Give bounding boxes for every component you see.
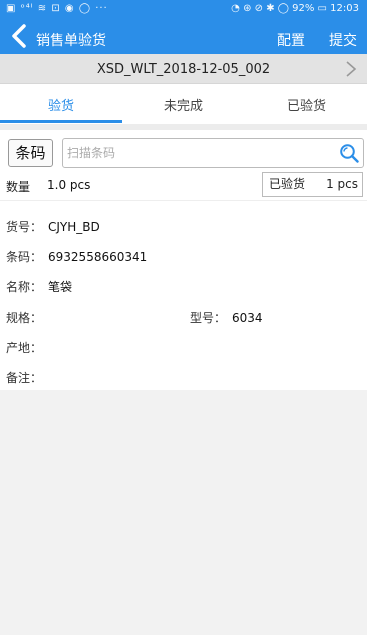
- model-value: 6034: [232, 311, 263, 325]
- active-tab-indicator: [0, 120, 122, 123]
- document-selector[interactable]: XSD_WLT_2018-12-05_002: [0, 54, 367, 84]
- tab-inspected[interactable]: 已验货: [287, 95, 326, 114]
- item-no-value: CJYH_BD: [48, 220, 100, 234]
- tab-inspect[interactable]: 验货: [48, 95, 74, 114]
- spec-label: 规格：: [6, 311, 43, 325]
- inspected-value: 1 pcs: [326, 177, 358, 191]
- barcode-value: 6932558660341: [48, 250, 148, 264]
- back-button[interactable]: [8, 23, 32, 49]
- status-icons-right: ◔ ⊛ ⊘ ✱ ◯ 92% ▭ 12:03: [231, 3, 359, 14]
- item-detail-panel: 货号： CJYH_BD 条码： 6932558660341 名称： 笔袋 规格： 型号…: [0, 200, 367, 390]
- name-label: 名称：: [6, 280, 43, 294]
- barcode-scan-input[interactable]: [62, 138, 364, 168]
- remark-row: 备注：: [6, 369, 48, 386]
- origin-row: 产地：: [6, 339, 48, 356]
- quantity-label: 数量: [6, 180, 31, 194]
- quantity-value: 1.0 pcs: [47, 178, 91, 192]
- status-bar: ▣ ᵒ⁴ᴵ ≋ ⊡ ◉ ◯ ··· ◔ ⊛ ⊘ ✱ ◯ 92% ▭ 12:03: [0, 0, 367, 20]
- name-row: 名称： 笔袋: [6, 278, 72, 295]
- submit-button[interactable]: 提交: [329, 30, 357, 50]
- document-number: XSD_WLT_2018-12-05_002: [96, 62, 271, 77]
- name-value: 笔袋: [48, 280, 73, 294]
- item-no-label: 货号：: [6, 220, 43, 234]
- model-label: 型号：: [190, 311, 227, 325]
- tab-bar: 验货 未完成 已验货: [0, 84, 367, 124]
- scan-panel: 条码 数量 1.0 pcs 已验货 1 pcs: [0, 124, 367, 200]
- barcode-label: 条码：: [6, 250, 43, 264]
- app-bar: ▣ ᵒ⁴ᴵ ≋ ⊡ ◉ ◯ ··· ◔ ⊛ ⊘ ✱ ◯ 92% ▭ 12:03 …: [0, 0, 367, 54]
- back-arrow-icon: [12, 24, 26, 48]
- inspected-label: 已验货: [269, 177, 306, 191]
- status-time: 12:03: [330, 3, 359, 14]
- status-icons-left: ▣ ᵒ⁴ᴵ ≋ ⊡ ◉ ◯ ···: [6, 3, 108, 14]
- tab-incomplete[interactable]: 未完成: [164, 95, 203, 114]
- barcode-row: 条码： 6932558660341: [6, 248, 147, 265]
- barcode-label-button[interactable]: 条码: [8, 139, 53, 167]
- model-row: 型号： 6034: [190, 309, 263, 326]
- origin-label: 产地：: [6, 341, 43, 355]
- search-icon[interactable]: [339, 143, 359, 163]
- remark-label: 备注：: [6, 371, 43, 385]
- config-button[interactable]: 配置: [277, 30, 305, 50]
- chevron-right-icon[interactable]: [345, 60, 357, 78]
- item-no-row: 货号： CJYH_BD: [6, 218, 100, 235]
- page-title: 销售单验货: [36, 33, 106, 49]
- inspected-count-box: 已验货 1 pcs: [262, 172, 363, 197]
- status-icons-right-text: ◔ ⊛ ⊘ ✱ ◯ 92% ▭: [231, 3, 327, 14]
- spec-row: 规格：: [6, 309, 48, 326]
